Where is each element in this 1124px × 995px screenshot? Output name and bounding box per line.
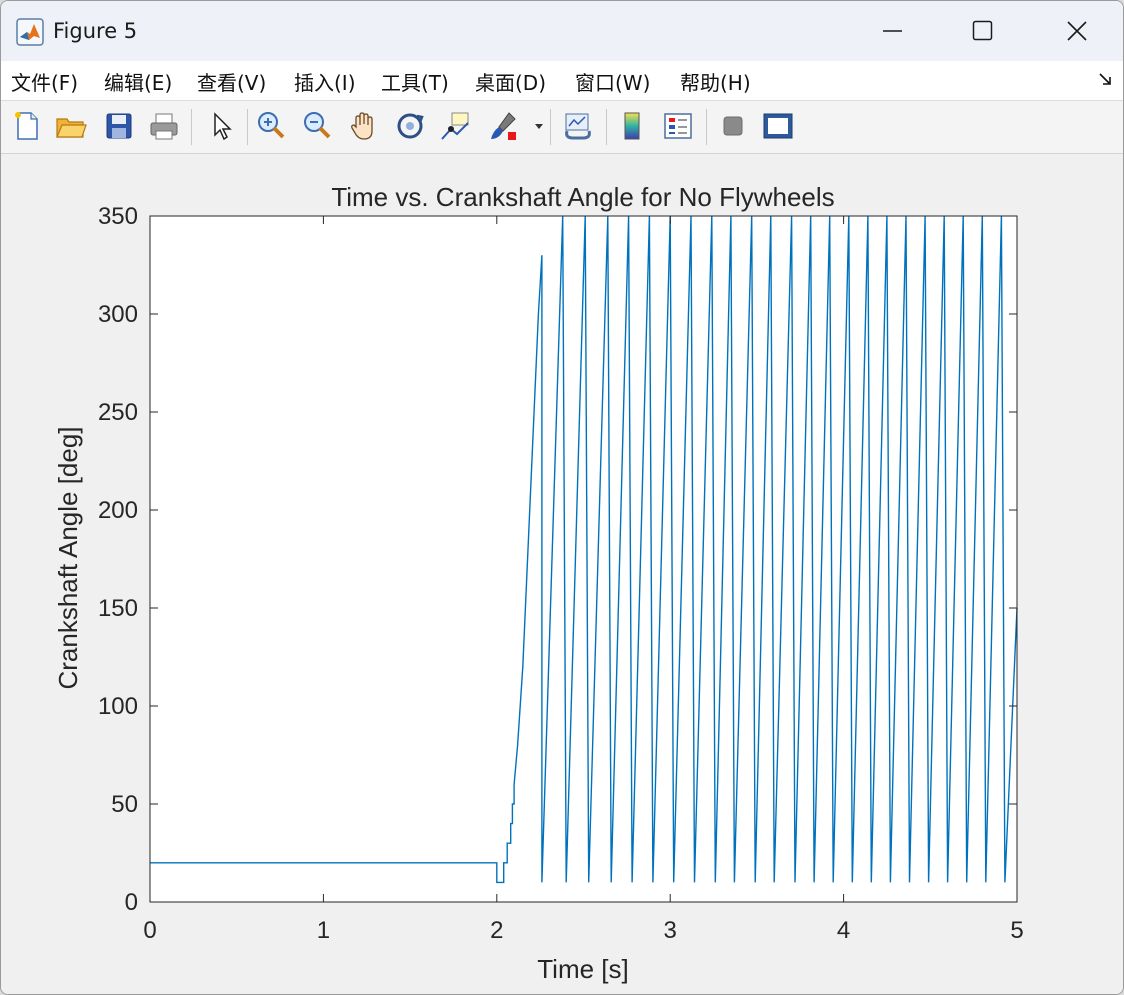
x-tick-label: 2 [490, 917, 503, 944]
save-icon[interactable] [102, 109, 136, 143]
y-tick-label: 100 [98, 693, 138, 720]
figure-canvas: 0 1 2 3 4 5 0 50 100 150 200 250 300 350 Time vs. Cra… [1, 154, 1123, 994]
menu-insert[interactable]: 插入(I) [294, 67, 356, 96]
maximize-icon [972, 20, 993, 41]
legend-icon[interactable] [661, 109, 695, 143]
chart[interactable]: 0 1 2 3 4 5050100150200250300350 Time vs. Cra… [1, 154, 1123, 994]
figure-toolbar [1, 101, 1123, 154]
link-plot-icon[interactable] [561, 109, 595, 143]
open-file-icon[interactable] [54, 109, 88, 143]
close-button[interactable] [1031, 1, 1123, 61]
y-tick-label: 350 [98, 203, 138, 230]
menu-desktop[interactable]: 桌面(D) [475, 67, 546, 96]
data-cursor-icon[interactable] [438, 109, 472, 143]
y-tick-label: 50 [111, 791, 138, 818]
zoom-out-icon[interactable] [300, 109, 334, 143]
menu-edit[interactable]: 编辑(E) [104, 67, 172, 96]
y-tick-label: 0 [125, 889, 138, 916]
brush-icon[interactable] [487, 109, 521, 143]
y-tick-label: 250 [98, 399, 138, 426]
y-tick-label: 200 [98, 497, 138, 524]
minimize-button[interactable] [847, 1, 939, 61]
chart-title: Time vs. Crankshaft Angle for No Flywhee… [331, 182, 834, 212]
new-figure-icon[interactable] [10, 109, 44, 143]
hide-plot-tools-icon[interactable] [716, 109, 750, 143]
menu-tools[interactable]: 工具(T) [381, 67, 449, 96]
x-tick-label: 0 [143, 917, 156, 944]
menu-file[interactable]: 文件(F) [11, 67, 78, 96]
matlab-logo-icon [16, 18, 44, 46]
menu-window[interactable]: 窗口(W) [575, 67, 650, 96]
pointer-icon[interactable] [204, 109, 238, 143]
menu-help[interactable]: 帮助(H) [680, 67, 751, 96]
x-tick-label: 3 [664, 917, 677, 944]
title-bar: Figure 5 [1, 1, 1123, 61]
print-icon[interactable] [147, 109, 181, 143]
x-tick-label: 1 [317, 917, 330, 944]
x-axis-label: Time [s] [537, 954, 628, 984]
close-icon [1067, 21, 1087, 41]
pan-hand-icon[interactable] [347, 109, 381, 143]
zoom-in-icon[interactable] [254, 109, 288, 143]
maximize-button[interactable] [937, 1, 1029, 61]
menu-bar: 文件(F) 编辑(E) 查看(V) 插入(I) 工具(T) 桌面(D) 窗口(W… [1, 61, 1123, 101]
show-plot-tools-icon[interactable] [761, 109, 795, 143]
brush-dropdown-icon[interactable] [532, 109, 546, 143]
minimize-icon [883, 30, 902, 32]
menu-view[interactable]: 查看(V) [197, 67, 266, 96]
y-tick-label: 300 [98, 301, 138, 328]
colorbar-icon[interactable] [616, 109, 650, 143]
rotate-3d-icon[interactable] [393, 109, 427, 143]
y-tick-label: 150 [98, 595, 138, 622]
x-tick-label: 5 [1010, 917, 1023, 944]
y-axis-label: Crankshaft Angle [deg] [53, 426, 83, 689]
window-title: Figure 5 [53, 19, 138, 43]
figure-window: Figure 5 文件(F) 编辑(E) 查看(V) 插入(I) 工具(T) 桌… [0, 0, 1124, 995]
expand-arrow-icon[interactable] [1097, 71, 1113, 91]
x-tick-label: 4 [837, 917, 850, 944]
